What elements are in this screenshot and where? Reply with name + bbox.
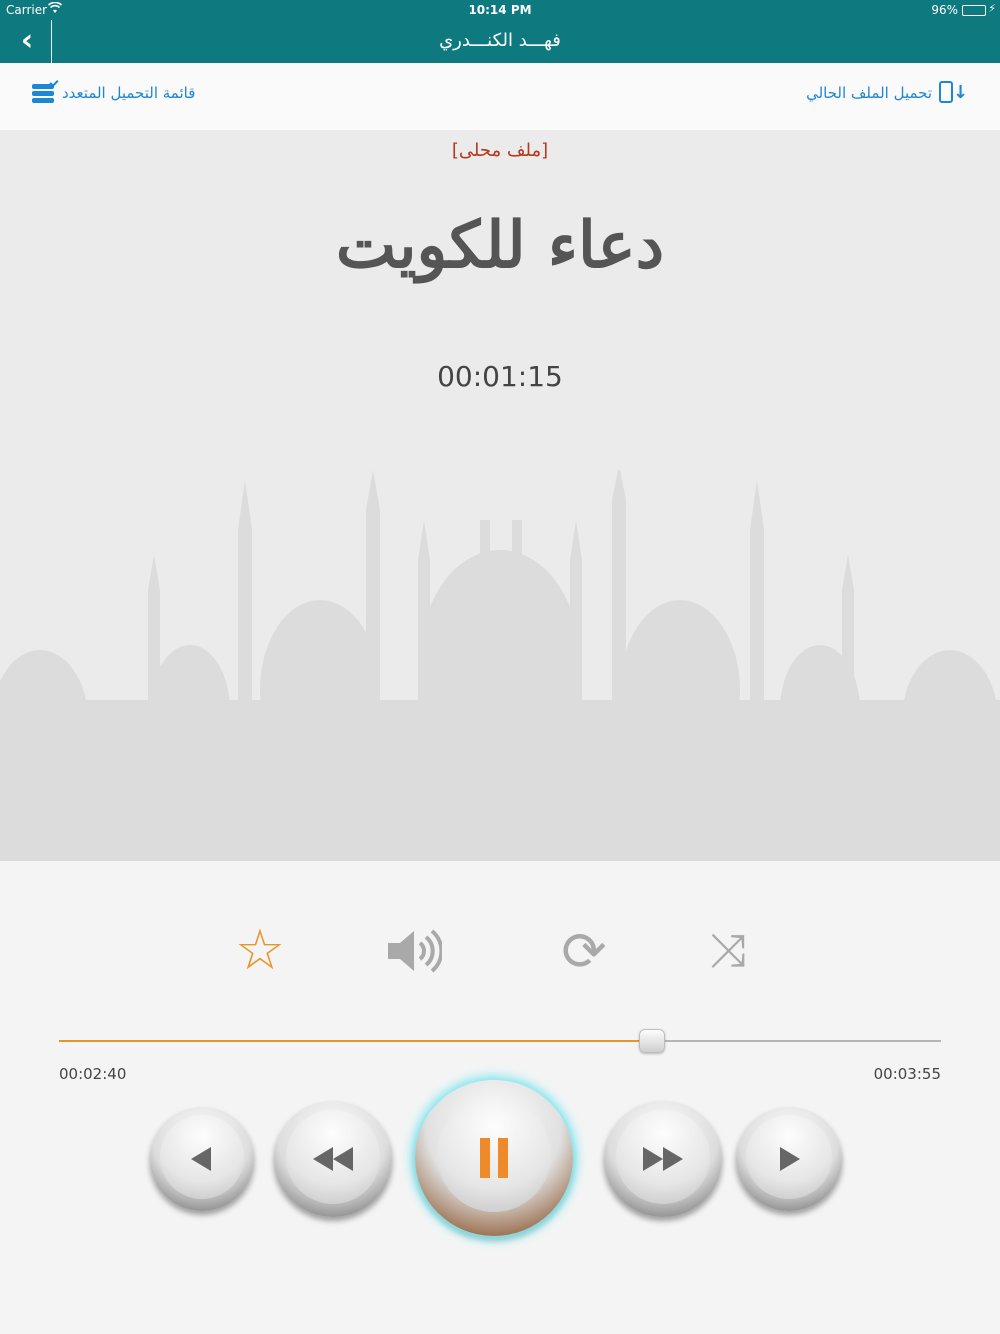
- repeat-icon: ⟳: [561, 919, 607, 983]
- star-icon: ☆: [234, 918, 286, 983]
- download-current-button[interactable]: تحميل الملف الحالي ↓: [806, 79, 968, 107]
- shuffle-button[interactable]: ⤨: [696, 921, 760, 981]
- previous-track-button[interactable]: [150, 1107, 254, 1211]
- pause-icon: [480, 1138, 508, 1178]
- phone-download-icon: ↓: [938, 80, 968, 106]
- play-pause-button[interactable]: [415, 1080, 573, 1236]
- volume-button[interactable]: [380, 921, 444, 981]
- multi-download-label: قائمة التحميل المتعدد: [62, 84, 196, 102]
- battery-percent: 96%: [931, 3, 958, 17]
- clock: 10:14 PM: [468, 3, 532, 17]
- current-time: 00:02:40: [59, 1065, 127, 1083]
- status-bar: Carrier 10:14 PM 96% ⚡: [0, 0, 1000, 20]
- total-time: 00:03:55: [873, 1065, 941, 1083]
- multi-download-list-button[interactable]: قائمة التحميل المتعدد: [32, 77, 196, 107]
- track-title: دعاء للكويت: [335, 208, 665, 283]
- now-playing-panel: [ملف محلى] دعاء للكويت 00:01:15: [0, 130, 1000, 861]
- favorite-button[interactable]: ☆: [228, 921, 292, 981]
- action-bar: قائمة التحميل المتعدد تحميل الملف الحالي…: [0, 63, 1000, 130]
- battery-icon: [962, 5, 986, 16]
- mosque-skyline-image: [0, 470, 1000, 861]
- rewind-icon: [313, 1147, 353, 1171]
- volume-icon: [388, 929, 442, 973]
- download-list-icon: [32, 77, 59, 106]
- seek-slider[interactable]: [59, 1029, 941, 1053]
- charging-icon: ⚡: [988, 2, 996, 15]
- page-title: فهـــد الكنـــدري: [439, 30, 561, 51]
- shuffle-icon: ⤨: [709, 923, 747, 977]
- local-file-tag: [ملف محلى]: [451, 140, 549, 161]
- rewind-button[interactable]: [274, 1101, 392, 1217]
- next-track-button[interactable]: [736, 1107, 842, 1211]
- repeat-button[interactable]: ⟳: [552, 919, 616, 983]
- next-icon: [780, 1147, 800, 1171]
- fast-forward-icon: [643, 1147, 683, 1171]
- seek-thumb[interactable]: [638, 1029, 665, 1053]
- elapsed-time-display: 00:01:15: [437, 360, 563, 393]
- fast-forward-button[interactable]: [604, 1101, 722, 1217]
- seek-progress: [59, 1040, 652, 1042]
- download-current-label: تحميل الملف الحالي: [806, 84, 932, 102]
- player-controls: ☆ ⟳ ⤨ 00:02:40 00:03:55: [0, 861, 1000, 1334]
- previous-icon: [191, 1147, 211, 1171]
- nav-bar: ‹ فهـــد الكنـــدري: [0, 20, 1000, 63]
